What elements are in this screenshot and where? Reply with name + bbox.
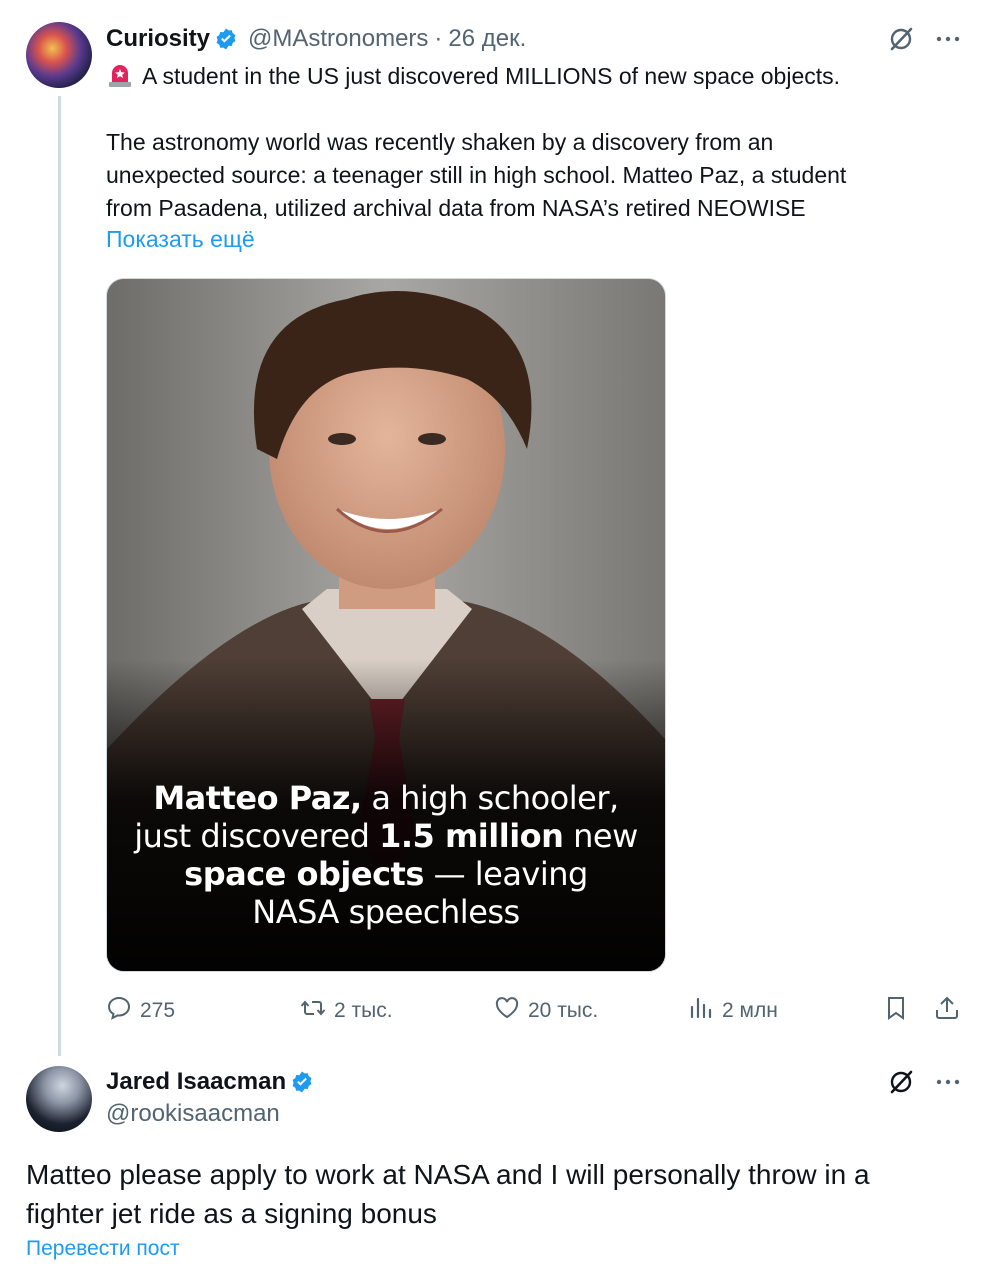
bookmark-icon xyxy=(883,995,909,1027)
verified-badge-icon xyxy=(290,1070,314,1094)
author-handle[interactable]: @MAstronomers xyxy=(248,25,428,53)
like-count: 20 тыс. xyxy=(528,999,599,1022)
image-caption: Matteo Paz, a high schooler, just discov… xyxy=(107,779,665,931)
reply-icon xyxy=(106,995,132,1027)
tweet-body-line: unexpected source: a teenager still in h… xyxy=(106,162,847,188)
tweet-header: Curiosity @MAstronomers · 26 дек. xyxy=(106,22,526,56)
views-icon xyxy=(688,995,714,1027)
author-avatar[interactable] xyxy=(26,22,92,88)
repost-button[interactable]: 2 тыс. xyxy=(300,995,393,1027)
bookmark-button[interactable] xyxy=(883,995,909,1027)
author-name[interactable]: Curiosity xyxy=(106,25,210,53)
caption-text: — leaving xyxy=(423,855,589,893)
grok-icon[interactable] xyxy=(887,25,915,58)
separator-dot: · xyxy=(434,25,443,52)
reply-header: Jared Isaacman xyxy=(106,1066,314,1098)
caption-bold: 1.5 million xyxy=(379,817,564,855)
caption-text: a high schooler, xyxy=(361,779,619,817)
show-more-link[interactable]: Показать ещё xyxy=(106,226,255,253)
views-button[interactable]: 2 млн xyxy=(688,995,778,1027)
reply-text-line: Matteo please apply to work at NASA and … xyxy=(26,1159,870,1190)
tweet-body: The astronomy world was recently shaken … xyxy=(106,126,966,225)
share-icon xyxy=(934,995,960,1027)
grok-icon[interactable] xyxy=(887,1068,915,1101)
tweet-headline: A student in the US just discovered MILL… xyxy=(106,60,966,93)
caption-text: new xyxy=(563,817,638,855)
repost-count: 2 тыс. xyxy=(334,999,393,1022)
tweet-media-image[interactable]: Matteo Paz, a high schooler, just discov… xyxy=(106,278,666,972)
thread-line xyxy=(58,96,61,1056)
repost-icon xyxy=(300,995,326,1027)
reply-author-avatar[interactable] xyxy=(26,1066,92,1132)
caption-text: NASA speechless xyxy=(252,893,520,931)
share-button[interactable] xyxy=(934,995,960,1027)
views-count: 2 млн xyxy=(722,999,778,1022)
like-button[interactable]: 20 тыс. xyxy=(494,995,598,1027)
reply-text: Matteo please apply to work at NASA and … xyxy=(26,1155,966,1233)
tweet-body-line: from Pasadena, utilized archival data fr… xyxy=(106,195,806,221)
heart-icon xyxy=(494,995,520,1027)
reply-button[interactable]: 275 xyxy=(106,995,175,1027)
translate-post-link[interactable]: Перевести пост xyxy=(26,1237,180,1261)
headline-text: A student in the US just discovered MILL… xyxy=(142,63,841,89)
caption-bold: Matteo Paz, xyxy=(153,779,362,817)
reply-author-name[interactable]: Jared Isaacman xyxy=(106,1068,286,1096)
tweet-date[interactable]: 26 дек. xyxy=(448,25,526,53)
reply-author-handle[interactable]: @rookisaacman xyxy=(106,1100,280,1128)
more-options-icon[interactable] xyxy=(934,25,962,58)
reply-text-line: fighter jet ride as a signing bonus xyxy=(26,1198,437,1229)
siren-icon xyxy=(106,62,134,88)
caption-text: just discovered xyxy=(134,817,380,855)
tweet-body-line: The astronomy world was recently shaken … xyxy=(106,129,774,155)
more-options-icon[interactable] xyxy=(934,1068,962,1101)
reply-count: 275 xyxy=(140,999,176,1022)
verified-badge-icon xyxy=(214,27,238,51)
caption-bold: space objects xyxy=(184,855,424,893)
